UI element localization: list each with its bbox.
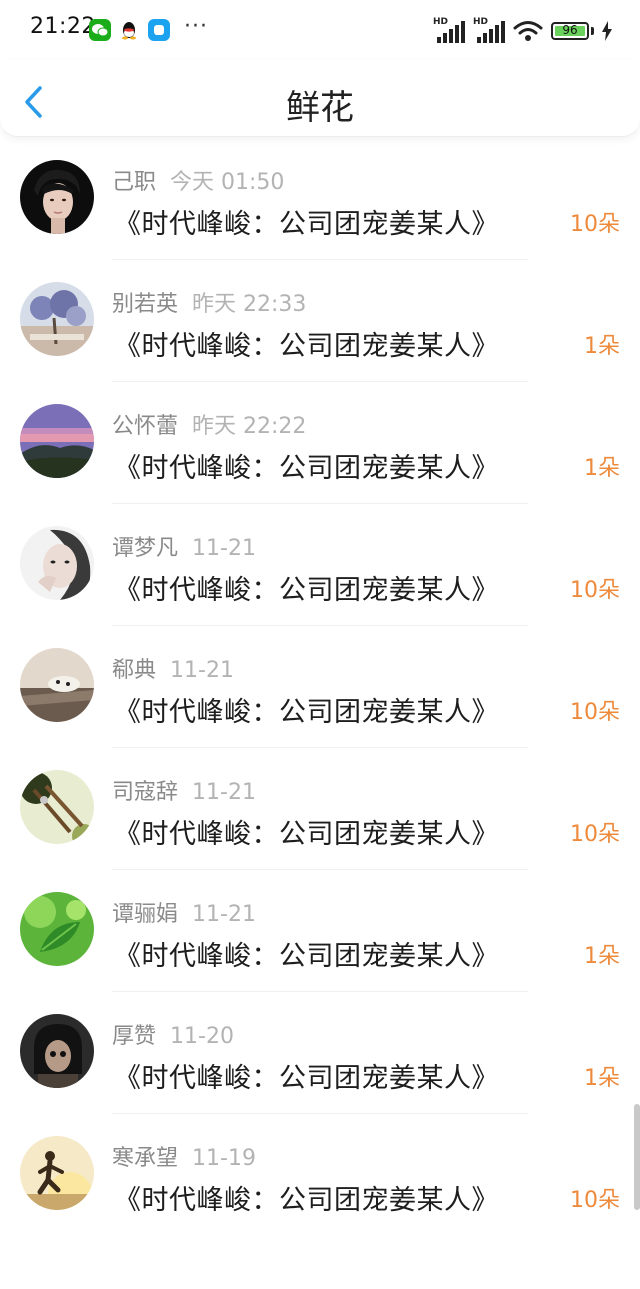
avatar[interactable] [20, 1136, 94, 1210]
user-name: 寒承望 11-19 [112, 1140, 256, 1172]
book-title: 《时代峰峻：公司团宠姜某人》 [114, 1185, 499, 1216]
flower-count: 10朵 [570, 700, 620, 725]
user-name-text: 谭梦凡 [112, 536, 179, 561]
flower-count: 1朵 [584, 944, 620, 969]
timestamp: 11-19 [192, 1146, 256, 1171]
flower-list: 己职 今天 01:50 《时代峰峻：公司团宠姜某人》 10朵 别若英 昨天 22:3… [0, 138, 640, 1236]
flower-count: 10朵 [570, 1188, 620, 1213]
nav-bar: 鲜花 [0, 60, 640, 137]
avatar[interactable] [20, 526, 94, 600]
book-title: 《时代峰峻：公司团宠姜某人》 [114, 697, 499, 728]
user-name-text: 郗典 [112, 658, 157, 683]
list-item[interactable]: 别若英 昨天 22:33 《时代峰峻：公司团宠姜某人》 1朵 [0, 260, 640, 382]
app-icon [148, 19, 170, 41]
book-title: 《时代峰峻：公司团宠姜某人》 [114, 331, 499, 362]
more-dots-icon: ··· [184, 14, 208, 39]
battery-cap [591, 27, 594, 35]
list-item[interactable]: 厚赞 11-20 《时代峰峻：公司团宠姜某人》 1朵 [0, 992, 640, 1114]
list-item[interactable]: 己职 今天 01:50 《时代峰峻：公司团宠姜某人》 10朵 [0, 138, 640, 260]
user-name-text: 己职 [112, 170, 157, 195]
avatar[interactable] [20, 770, 94, 844]
user-name-text: 厚赞 [112, 1024, 157, 1049]
user-name: 谭骊娟 11-21 [112, 896, 256, 928]
book-title: 《时代峰峻：公司团宠姜某人》 [114, 575, 499, 606]
avatar[interactable] [20, 282, 94, 356]
avatar[interactable] [20, 160, 94, 234]
avatar[interactable] [20, 404, 94, 478]
user-name: 郗典 11-21 [112, 652, 234, 684]
user-name: 己职 今天 01:50 [112, 164, 284, 196]
page-title: 鲜花 [286, 88, 354, 128]
avatar[interactable] [20, 1014, 94, 1088]
flower-count: 1朵 [584, 456, 620, 481]
user-name: 司寇辞 11-21 [112, 774, 256, 806]
scrollbar[interactable] [634, 1104, 640, 1210]
user-name-text: 公怀蕾 [112, 414, 179, 439]
timestamp: 今天 01:50 [170, 170, 285, 195]
flower-count: 10朵 [570, 578, 620, 603]
charging-icon [602, 21, 612, 41]
timestamp: 昨天 22:22 [192, 414, 307, 439]
timestamp: 11-21 [192, 902, 256, 927]
list-item[interactable]: 谭梦凡 11-21 《时代峰峻：公司团宠姜某人》 10朵 [0, 504, 640, 626]
user-name: 公怀蕾 昨天 22:22 [112, 408, 306, 440]
hd-signal-icon: HD [473, 17, 505, 43]
list-item[interactable]: 郗典 11-21 《时代峰峻：公司团宠姜某人》 10朵 [0, 626, 640, 748]
qq-icon [118, 19, 140, 41]
wechat-icon [89, 19, 111, 41]
hd-signal-icon: HD [433, 17, 465, 43]
user-name-text: 司寇辞 [112, 780, 179, 805]
book-title: 《时代峰峻：公司团宠姜某人》 [114, 453, 499, 484]
battery-icon: 96 [551, 22, 589, 40]
user-name-text: 寒承望 [112, 1146, 179, 1171]
timestamp: 11-21 [192, 536, 256, 561]
user-name-text: 谭骊娟 [112, 902, 179, 927]
timestamp: 11-21 [192, 780, 256, 805]
user-name-text: 别若英 [112, 292, 179, 317]
status-time: 21:22 [30, 14, 96, 39]
flower-count: 1朵 [584, 334, 620, 359]
list-item[interactable]: 谭骊娟 11-21 《时代峰峻：公司团宠姜某人》 1朵 [0, 870, 640, 992]
wifi-icon [513, 21, 543, 41]
user-name: 厚赞 11-20 [112, 1018, 234, 1050]
list-item[interactable]: 公怀蕾 昨天 22:22 《时代峰峻：公司团宠姜某人》 1朵 [0, 382, 640, 504]
status-bar: 21:22 ··· HD HD 96 [0, 0, 640, 60]
user-name: 谭梦凡 11-21 [112, 530, 256, 562]
flower-count: 10朵 [570, 212, 620, 237]
flower-count: 1朵 [584, 1066, 620, 1091]
book-title: 《时代峰峻：公司团宠姜某人》 [114, 941, 499, 972]
avatar[interactable] [20, 648, 94, 722]
status-indicators: HD HD 96 [433, 17, 612, 45]
list-item[interactable]: 寒承望 11-19 《时代峰峻：公司团宠姜某人》 10朵 [0, 1114, 640, 1236]
book-title: 《时代峰峻：公司团宠姜某人》 [114, 209, 499, 240]
user-name: 别若英 昨天 22:33 [112, 286, 306, 318]
timestamp: 11-20 [170, 1024, 234, 1049]
battery-level: 96 [562, 23, 578, 37]
book-title: 《时代峰峻：公司团宠姜某人》 [114, 819, 499, 850]
timestamp: 昨天 22:33 [192, 292, 307, 317]
avatar[interactable] [20, 892, 94, 966]
list-item[interactable]: 司寇辞 11-21 《时代峰峻：公司团宠姜某人》 10朵 [0, 748, 640, 870]
timestamp: 11-21 [170, 658, 234, 683]
flower-count: 10朵 [570, 822, 620, 847]
book-title: 《时代峰峻：公司团宠姜某人》 [114, 1063, 499, 1094]
